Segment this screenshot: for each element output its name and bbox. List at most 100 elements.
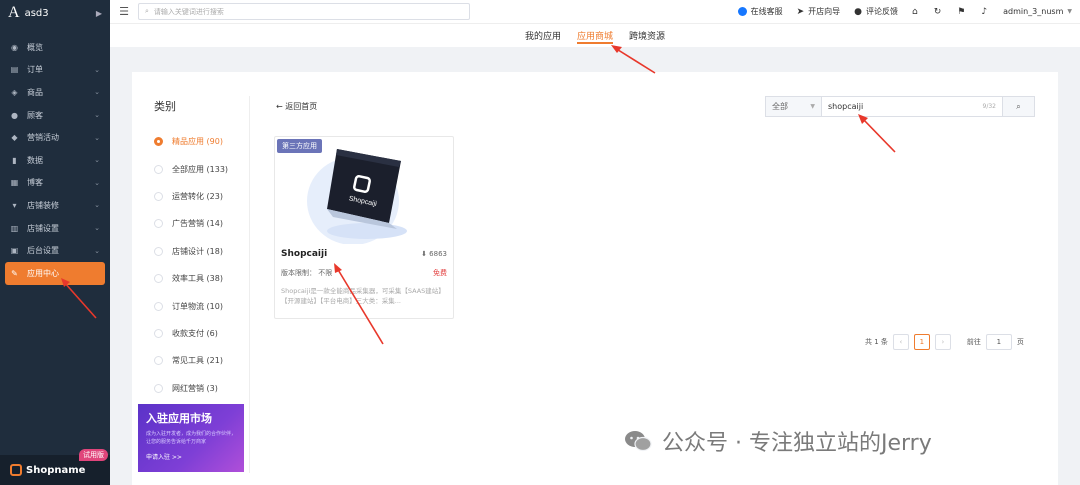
tab-1[interactable]: 应用商城 xyxy=(576,24,614,47)
tab-2[interactable]: 跨境资源 xyxy=(629,24,665,47)
sidebar-item-label: 顾客 xyxy=(27,110,43,120)
search-button[interactable]: ⌕ xyxy=(1002,97,1034,116)
online-service-icon xyxy=(737,7,747,16)
developer-banner[interactable]: 入驻应用市场 成为入驻开发者，成为我们的合作伙伴，让您的服务告诉给千万商家 申请… xyxy=(138,404,244,472)
app-description: Shopcaiji是一款全能商品采集器，可采集【SAAS建站】【开源建站】【平台… xyxy=(281,287,445,305)
chevron-down-icon: ▼ xyxy=(1067,8,1072,15)
app-name: Shopcaiji xyxy=(281,249,328,259)
flag-icon[interactable]: ⚑ xyxy=(957,7,965,17)
sidebar-item-8[interactable]: ▥ 店铺设置 ⌄ xyxy=(0,217,110,240)
menu-toggle-icon[interactable]: ☰ xyxy=(110,5,138,18)
chevron-down-icon: ⌄ xyxy=(94,111,100,120)
brush-icon: ▾ xyxy=(12,200,17,210)
page-number-button[interactable]: 1 xyxy=(913,334,930,350)
chevron-down-icon: ⌄ xyxy=(94,178,100,187)
sidebar-item-label: 店铺设置 xyxy=(27,223,59,233)
sidebar-item-7[interactable]: ▾ 店铺装修 ⌄ xyxy=(0,194,110,217)
category-label: 运营转化 (23) xyxy=(172,191,223,201)
category-item[interactable]: 订单物流 (10) xyxy=(154,292,228,319)
user-name: admin_3_nusm xyxy=(1003,7,1064,16)
tab-0[interactable]: 我的应用 xyxy=(525,24,561,47)
bell-icon[interactable]: ♪ xyxy=(981,7,987,17)
download-count-value: 6863 xyxy=(429,250,447,258)
sidebar-item-0[interactable]: ◉ 概览 xyxy=(0,36,110,59)
category-item[interactable]: 网红营销 (3) xyxy=(154,375,228,402)
app-search: 全部 ▼ shopcaiji 9/32 ⌕ xyxy=(765,96,1035,117)
category-label: 广告营销 (14) xyxy=(172,219,223,229)
sidebar-item-4[interactable]: ◆ 营销活动 ⌄ xyxy=(0,126,110,149)
sidebar-item-2[interactable]: ◈ 商品 ⌄ xyxy=(0,81,110,104)
laptop-illustration: Shopcaiji xyxy=(307,149,407,244)
sidebar-menu: ◉ 概览 ▤ 订单 ⌄ ◈ 商品 ⌄ ● 顾客 ⌄ ◆ 营销活动 ⌄ ▮ 数据 ⌄ ▦ 博客 ⌄ ▾ 店铺装修 ⌄ ▥ 店铺设置… xyxy=(0,36,110,285)
dashboard-icon: ◉ xyxy=(11,42,18,52)
watermark-text: 公众号 · 专注独立站的Jerry xyxy=(662,431,932,456)
sidebar-item-3[interactable]: ● 顾客 ⌄ xyxy=(0,104,110,127)
goto-suffix: 页 xyxy=(1016,338,1024,346)
radio-icon xyxy=(154,356,163,366)
category-item[interactable]: 精品应用 (90) xyxy=(154,128,228,155)
category-item[interactable]: 常见工具 (21) xyxy=(154,347,228,374)
total-count: 共 1 条 xyxy=(865,338,888,346)
category-label: 全部应用 (133) xyxy=(172,164,229,174)
chevron-down-icon: ⌄ xyxy=(94,65,100,74)
app-logo: A xyxy=(8,4,20,21)
scope-value: 全部 xyxy=(772,102,788,111)
category-item[interactable]: 全部应用 (133) xyxy=(154,155,228,182)
sidebar-item-10[interactable]: ✎ 应用中心 xyxy=(5,261,105,285)
store-switcher[interactable]: A asd3 ▶ xyxy=(0,0,110,26)
home-icon[interactable]: ⌂ xyxy=(912,7,918,17)
sidebar-item-6[interactable]: ▦ 博客 ⌄ xyxy=(0,172,110,195)
shopname-label: Shopname xyxy=(26,464,86,476)
sidebar-item-label: 博客 xyxy=(27,178,43,188)
radio-icon xyxy=(154,301,163,311)
user-menu[interactable]: admin_3_nusm ▼ xyxy=(1003,7,1072,16)
radio-icon xyxy=(154,328,163,338)
category-item[interactable]: 收款支付 (6) xyxy=(154,320,228,347)
sidebar-item-label: 应用中心 xyxy=(27,268,59,278)
guide-label: 开店向导 xyxy=(808,7,841,16)
banner-cta[interactable]: 申请入驻 >> xyxy=(146,452,236,461)
guide-button[interactable]: ➤ 开店向导 xyxy=(797,6,841,17)
banner-subtitle: 成为入驻开发者，成为我们的合作伙伴，让您的服务告诉给千万商家 xyxy=(146,431,237,445)
category-label: 店铺设计 (18) xyxy=(172,246,223,256)
category-label: 效率工具 (38) xyxy=(172,274,223,284)
order-icon: ▤ xyxy=(10,65,19,75)
sidebar-item-5[interactable]: ▮ 数据 ⌄ xyxy=(0,149,110,172)
app-card[interactable]: Shopcaiji 第三方应用 Shopcaiji ⬇ 6863 版本限制： 不… xyxy=(274,136,454,319)
scope-select[interactable]: 全部 ▼ xyxy=(766,97,822,116)
category-item[interactable]: 效率工具 (38) xyxy=(154,265,228,292)
radio-icon xyxy=(154,164,163,174)
top-bar: ☰ ⌕ 请输入关键词进行搜索 在线客服 ➤ 开店向导 ● 评论反馈 ⌂ ↻ ⚑ … xyxy=(110,0,1080,24)
wechat-icon xyxy=(625,431,652,452)
category-label: 网红营销 (3) xyxy=(172,383,218,393)
goto-label: 前往 xyxy=(966,338,981,346)
refresh-icon[interactable]: ↻ xyxy=(934,7,942,17)
pagination: 共 1 条 ‹ 1 › 前往 1 页 xyxy=(865,334,1024,350)
chevron-down-icon: ⌄ xyxy=(94,156,100,165)
category-label: 精品应用 (90) xyxy=(172,137,223,147)
sidebar-item-9[interactable]: ▣ 后台设置 ⌄ xyxy=(0,239,110,262)
category-label: 收款支付 (6) xyxy=(172,328,218,338)
online-service-button[interactable]: 在线客服 xyxy=(737,6,783,17)
sidebar-item-label: 数据 xyxy=(27,155,43,165)
category-item[interactable]: 广告营销 (14) xyxy=(154,210,228,237)
next-page-button[interactable]: › xyxy=(934,334,951,350)
goto-page-input[interactable]: 1 xyxy=(985,334,1012,350)
download-icon: ⬇ xyxy=(421,250,427,258)
back-label: 返回首页 xyxy=(285,102,318,111)
category-item[interactable]: 运营转化 (23) xyxy=(154,183,228,210)
online-service-label: 在线客服 xyxy=(750,7,783,16)
feedback-button[interactable]: ● 评论反馈 xyxy=(854,6,898,17)
radio-icon xyxy=(154,383,163,393)
comment-icon: ● xyxy=(854,6,863,17)
prev-page-button[interactable]: ‹ xyxy=(892,334,909,350)
sidebar-item-1[interactable]: ▤ 订单 ⌄ xyxy=(0,59,110,82)
sidebar: A asd3 ▶ ◉ 概览 ▤ 订单 ⌄ ◈ 商品 ⌄ ● 顾客 ⌄ ◆ 营销活动 ⌄ ▮ 数据 ⌄ ▦ 博客 ⌄ ▾ 店… xyxy=(0,0,110,485)
app-search-input[interactable]: shopcaiji xyxy=(822,102,983,111)
app-center-tabs: 我的应用 应用商城 跨境资源 xyxy=(110,24,1080,47)
global-search-input[interactable]: ⌕ 请输入关键词进行搜索 xyxy=(138,3,470,20)
back-link[interactable]: ← 返回首页 xyxy=(276,101,317,112)
chevron-down-icon: ⌄ xyxy=(94,246,100,255)
sidebar-item-label: 营销活动 xyxy=(27,133,59,143)
category-item[interactable]: 店铺设计 (18) xyxy=(154,238,228,265)
